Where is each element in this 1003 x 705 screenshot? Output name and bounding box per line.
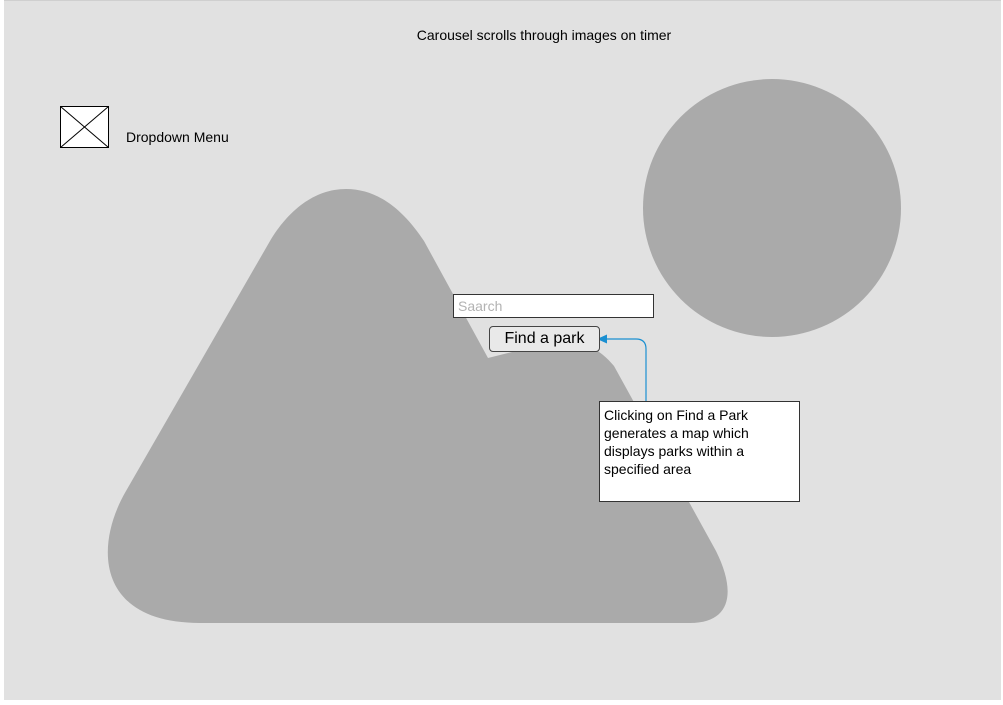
wireframe-canvas: Carousel scrolls through images on timer… <box>4 0 1001 700</box>
image-placeholder-icon[interactable] <box>60 106 109 148</box>
search-input[interactable] <box>453 294 654 318</box>
carousel-caption: Carousel scrolls through images on timer <box>416 27 672 43</box>
find-a-park-button[interactable]: Find a park <box>489 326 600 352</box>
dropdown-menu-label[interactable]: Dropdown Menu <box>126 129 229 145</box>
sun-shape <box>643 79 901 337</box>
annotation-note: Clicking on Find a Park generates a map … <box>599 401 800 502</box>
